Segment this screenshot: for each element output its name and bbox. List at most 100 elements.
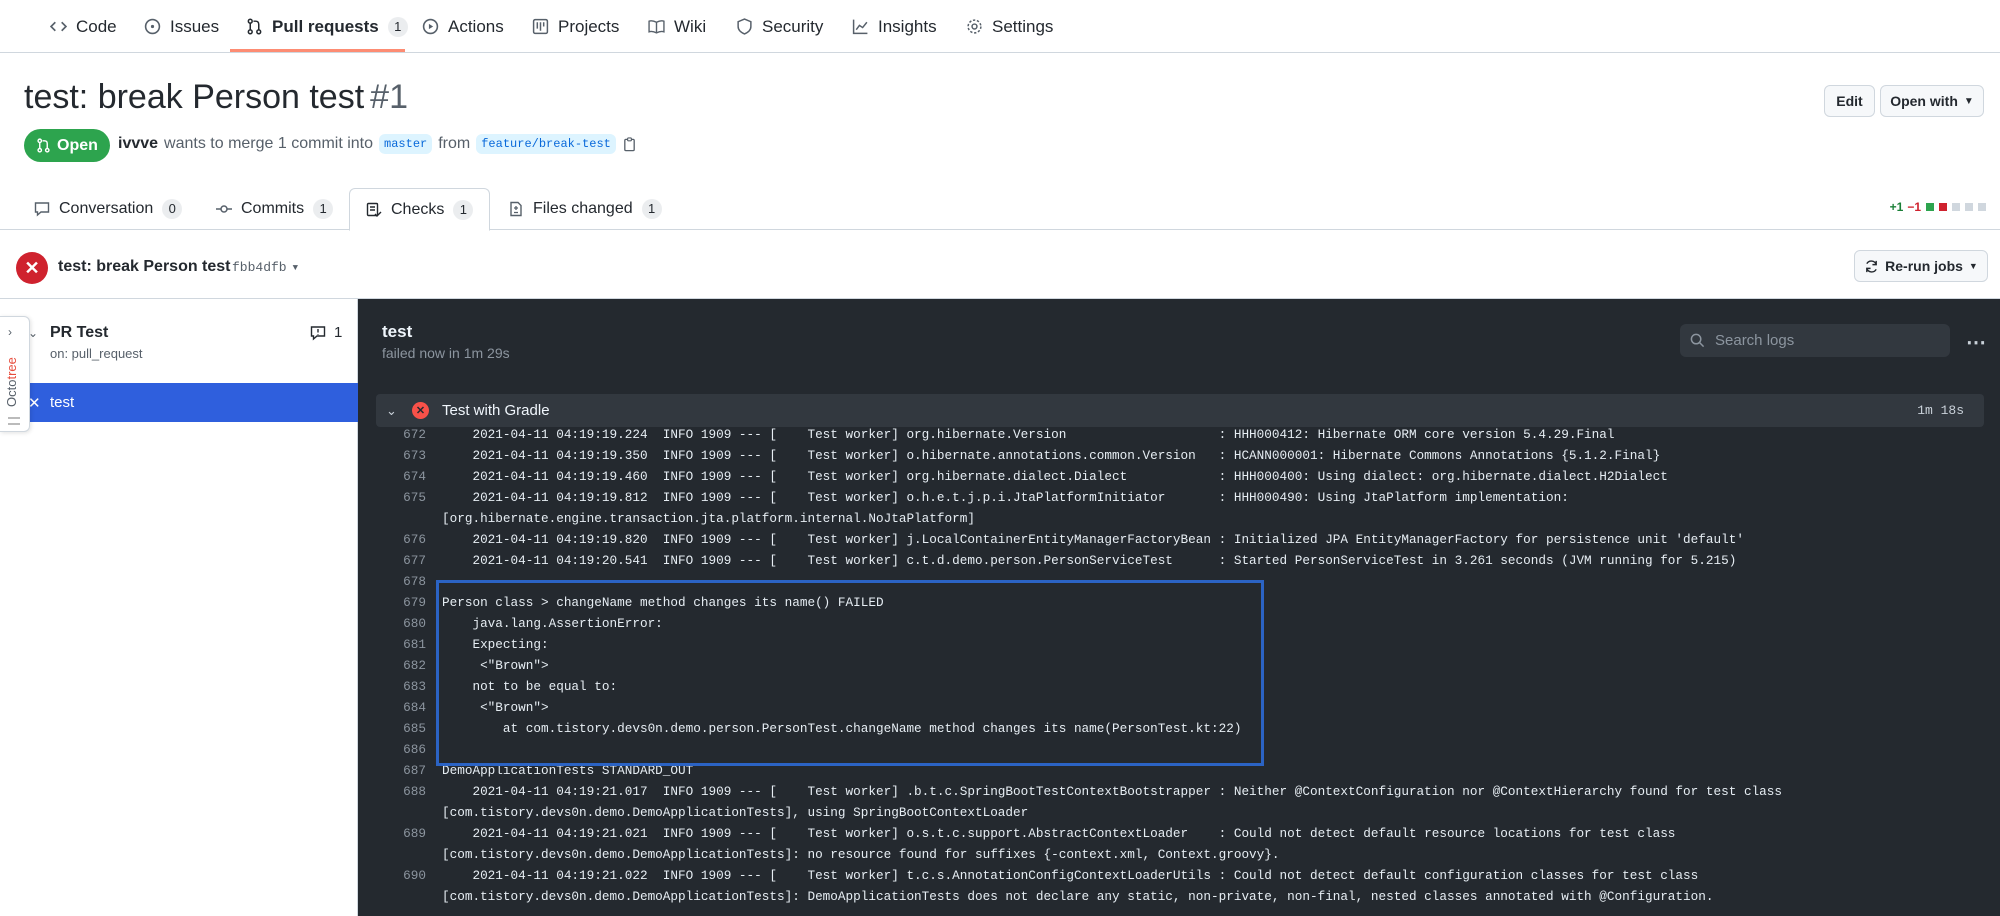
repo-nav: Code Issues Pull requests 1 Actions Proj…	[0, 0, 2000, 53]
log-line: [org.hibernate.engine.transaction.jta.pl…	[376, 508, 2000, 529]
log-line-number[interactable]: 681	[376, 634, 426, 655]
edit-button-label: Edit	[1836, 93, 1863, 109]
log-line-text: 2021-04-11 04:19:21.022 INFO 1909 --- [ …	[442, 868, 1699, 883]
job-status: failed now in 1m 29s	[382, 345, 510, 361]
log-line-number[interactable]: 688	[376, 781, 426, 802]
nav-code[interactable]: Code	[50, 0, 117, 53]
log-line: 687 DemoApplicationTests STANDARD_OUT	[376, 760, 2000, 781]
log-line: 680 java.lang.AssertionError:	[376, 613, 2000, 634]
sidebar-job-test[interactable]: ✕ test	[0, 383, 358, 422]
log-line-number[interactable]: 677	[376, 550, 426, 571]
pr-author[interactable]: ivvve	[118, 135, 158, 153]
log-line-number[interactable]: 686	[376, 739, 426, 760]
base-branch[interactable]: master	[379, 134, 433, 154]
nav-wiki[interactable]: Wiki	[648, 0, 706, 53]
log-line-number[interactable]: 680	[376, 613, 426, 634]
octotree-toggle[interactable]: › Octotree	[0, 316, 30, 432]
log-line-number[interactable]: 690	[376, 865, 426, 886]
tab-commits-label: Commits	[241, 200, 305, 217]
issue-icon	[144, 18, 161, 35]
comment-icon	[310, 325, 326, 341]
open-with-button[interactable]: Open with ▼	[1880, 85, 1984, 117]
log-line-text: [org.hibernate.engine.transaction.jta.pl…	[442, 511, 975, 526]
search-logs-input[interactable]	[1715, 332, 1935, 349]
pr-tabs: Conversation 0 Commits 1 Checks 1 Files …	[0, 188, 2000, 231]
pr-merge-text: wants to merge 1 commit into	[164, 135, 374, 152]
log-line-text: 2021-04-11 04:19:19.350 INFO 1909 --- [ …	[442, 448, 1661, 463]
log-line-number[interactable]: 683	[376, 676, 426, 697]
diffstat: +1 −1	[1890, 200, 1986, 214]
nav-projects[interactable]: Projects	[532, 0, 619, 53]
nav-projects-label: Projects	[558, 16, 620, 36]
workflow-name[interactable]: PR Test	[50, 324, 108, 342]
log-line-number[interactable]: 678	[376, 571, 426, 592]
nav-actions[interactable]: Actions	[422, 0, 504, 53]
tab-conversation[interactable]: Conversation 0	[18, 188, 198, 230]
log-line: 683 not to be equal to:	[376, 676, 2000, 697]
nav-security[interactable]: Security	[736, 0, 823, 53]
pr-title-text: test: break Person test	[24, 78, 365, 116]
log-line-number[interactable]: 676	[376, 529, 426, 550]
nav-insights[interactable]: Insights	[852, 0, 937, 53]
commit-sha-selector[interactable]: fbb4dfb ▼	[232, 260, 298, 275]
log-line-text: Expecting:	[442, 637, 549, 652]
log-line-number[interactable]: 679	[376, 592, 426, 613]
log-line-number[interactable]: 687	[376, 760, 426, 781]
log-line-number[interactable]: 684	[376, 697, 426, 718]
pr-from-text: from	[438, 135, 471, 152]
code-icon	[50, 21, 67, 32]
edit-button[interactable]: Edit	[1824, 85, 1875, 117]
failure-icon: ✕	[16, 252, 48, 284]
copy-icon[interactable]	[622, 136, 637, 152]
log-line-number[interactable]: 675	[376, 487, 426, 508]
log-line-text: 2021-04-11 04:19:19.820 INFO 1909 --- [ …	[442, 532, 1744, 547]
diffstat-deletions: −1	[1907, 200, 1921, 214]
nav-pull-requests-label: Pull requests	[272, 16, 379, 36]
diffstat-additions: +1	[1889, 200, 1904, 214]
shield-icon	[737, 18, 752, 35]
nav-issues[interactable]: Issues	[144, 0, 219, 53]
log-line-text: 2021-04-11 04:19:20.541 INFO 1909 --- [ …	[442, 553, 1737, 568]
tab-checks-count: 1	[453, 199, 474, 220]
nav-pull-requests[interactable]: Pull requests 1	[246, 0, 408, 53]
commit-icon	[216, 205, 232, 213]
kebab-menu-icon[interactable]: ⋯	[1966, 330, 1986, 355]
nav-insights-label: Insights	[878, 16, 937, 36]
tab-files-changed[interactable]: Files changed 1	[492, 188, 678, 230]
tab-conversation-label: Conversation	[59, 200, 154, 217]
log-line: 682 <"Brown">	[376, 655, 2000, 676]
log-line: 675 2021-04-11 04:19:19.812 INFO 1909 --…	[376, 487, 2000, 508]
log-line-number[interactable]: 672	[376, 424, 426, 445]
nav-security-label: Security	[762, 16, 824, 36]
log-line-number[interactable]: 674	[376, 466, 426, 487]
log-line-text: 2021-04-11 04:19:21.017 INFO 1909 --- [ …	[442, 784, 1783, 799]
nav-settings-label: Settings	[992, 16, 1054, 36]
log-line: 672 2021-04-11 04:19:19.224 INFO 1909 --…	[376, 424, 2000, 445]
rerun-jobs-button[interactable]: Re-run jobs ▼	[1854, 250, 1988, 282]
tab-commits[interactable]: Commits 1	[200, 188, 349, 230]
log-line-text: 2021-04-11 04:19:19.812 INFO 1909 --- [ …	[442, 490, 1569, 505]
log-line: 673 2021-04-11 04:19:19.350 INFO 1909 --…	[376, 445, 2000, 466]
checklist-icon	[366, 202, 382, 217]
log-line: 678	[376, 571, 2000, 592]
nav-settings[interactable]: Settings	[966, 0, 1053, 53]
search-icon	[1690, 333, 1705, 348]
head-branch[interactable]: feature/break-test	[476, 134, 616, 154]
log-line-number[interactable]: 682	[376, 655, 426, 676]
log-line-number[interactable]: 685	[376, 718, 426, 739]
nav-issues-label: Issues	[170, 16, 220, 36]
log-line-number[interactable]: 689	[376, 823, 426, 844]
workflow-annotations[interactable]: 1	[310, 324, 342, 341]
play-icon	[422, 18, 439, 35]
pull-request-icon	[247, 18, 262, 35]
step-duration: 1m 18s	[1917, 403, 1964, 418]
caret-down-icon: ▼	[1963, 95, 1974, 107]
step-row[interactable]: ⌄ ✕ Test with Gradle 1m 18s	[376, 394, 1984, 427]
tab-checks[interactable]: Checks 1	[349, 188, 491, 231]
nav-actions-label: Actions	[448, 16, 504, 36]
log-line-number[interactable]: 673	[376, 445, 426, 466]
log-line: [com.tistory.devs0n.demo.DemoApplication…	[376, 844, 2000, 865]
log-search[interactable]	[1680, 324, 1950, 357]
diffstat-block	[1965, 203, 1973, 211]
job-title: test	[382, 322, 413, 341]
